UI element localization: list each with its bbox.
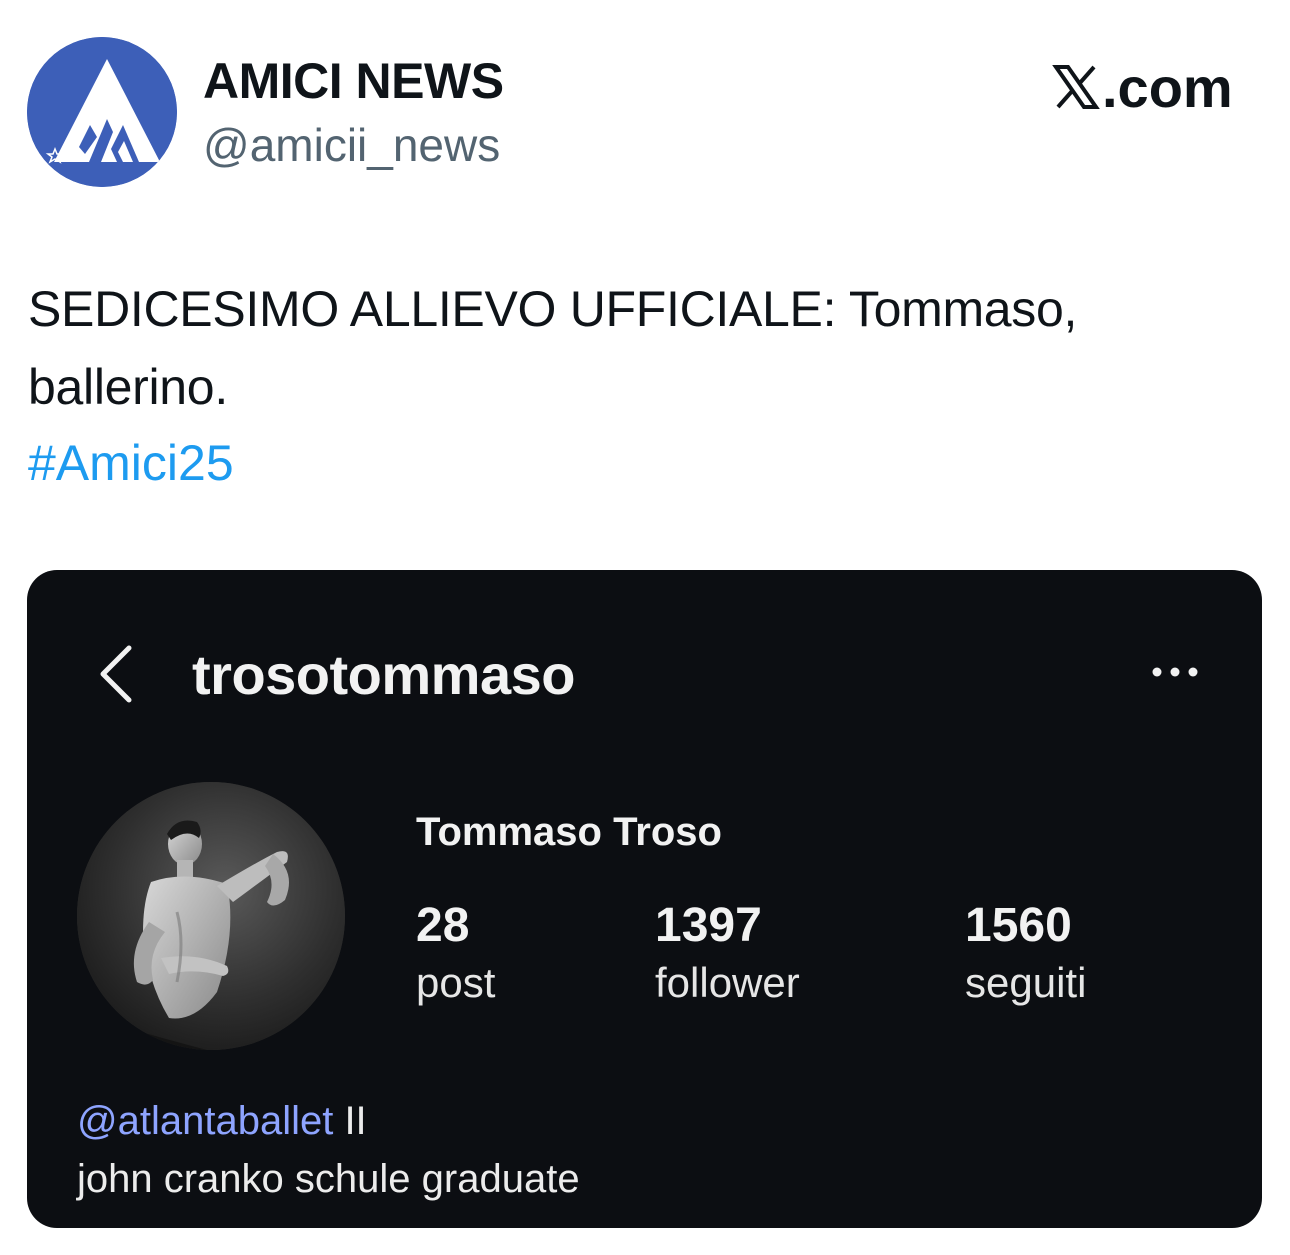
account-name[interactable]: AMICI NEWS <box>203 52 504 110</box>
brand-domain: .com <box>1102 55 1233 119</box>
amici-logo-icon <box>27 37 177 187</box>
hashtag-link[interactable]: #Amici25 <box>28 424 234 502</box>
ig-followers-count: 1397 <box>655 899 762 952</box>
account-handle[interactable]: @amicii_news <box>203 118 500 172</box>
ig-bio-line-1: @atlantaballet II <box>77 1092 580 1150</box>
ig-posts-label: post <box>416 959 496 1006</box>
ig-username: trosotommaso <box>192 643 575 706</box>
ig-full-name: Tommaso Troso <box>416 810 722 854</box>
ig-profile-photo <box>77 782 345 1050</box>
ig-bio-line-2: john cranko schule graduate <box>77 1157 580 1201</box>
ig-followers-label: follower <box>655 959 800 1006</box>
ig-following-label: seguiti <box>965 959 1087 1006</box>
chevron-left-icon <box>100 645 132 703</box>
ig-stat-followers: 1397 follower <box>655 896 800 1010</box>
ig-stat-posts: 28 post <box>416 896 495 1010</box>
ig-bio-mention: @atlantaballet <box>77 1099 334 1143</box>
ig-following-count: 1560 <box>965 899 1072 952</box>
ig-stat-following: 1560 seguiti <box>965 896 1086 1010</box>
tweet-text: SEDICESIMO ALLIEVO UFFICIALE: Tommaso, b… <box>28 281 1078 415</box>
ig-bio-mention-suffix: II <box>333 1099 367 1143</box>
brand-link[interactable]: .com <box>1052 55 1233 119</box>
more-horizontal-icon <box>1152 667 1198 677</box>
ig-bio: @atlantaballet II john cranko schule gra… <box>77 1092 580 1208</box>
x-logo-icon <box>1052 65 1100 109</box>
ig-posts-count: 28 <box>416 899 470 952</box>
account-avatar[interactable] <box>27 37 177 187</box>
tweet-media-image[interactable]: trosotommaso Tommaso Troso 28 post 1397 … <box>27 570 1262 1228</box>
dancer-photo <box>77 782 345 1050</box>
tweet-header: AMICI NEWS @amicii_news .com <box>0 0 1290 200</box>
